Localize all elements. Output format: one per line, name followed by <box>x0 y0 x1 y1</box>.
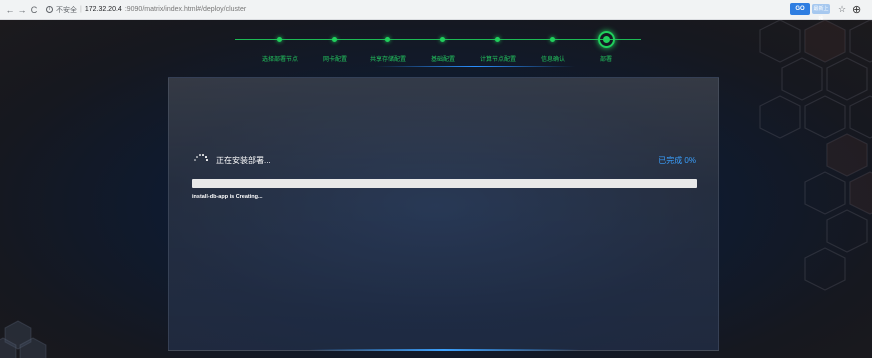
step-dot-active <box>598 31 615 48</box>
reload-icon[interactable]: C <box>28 5 40 15</box>
deploy-progress-panel: 正在安装部署... 已完成 0% install-db-app is Creat… <box>168 77 719 351</box>
extension-icon[interactable]: GO <box>790 3 810 15</box>
progress-percent: 已完成 0% <box>658 156 696 165</box>
info-icon[interactable]: i <box>46 6 53 13</box>
step-dot <box>277 37 282 42</box>
progress-bar <box>192 179 697 188</box>
step-dot <box>495 37 500 42</box>
hexagon-pattern-icon <box>759 20 872 291</box>
security-label: 不安全 <box>56 6 77 14</box>
step-label-confirm[interactable]: 信息确认 <box>541 54 565 63</box>
loading-spinner-icon <box>194 153 208 163</box>
step-label-nic[interactable]: 网卡配置 <box>323 54 347 63</box>
browser-toolbar: ← → C i 不安全 | 172.32.20.4:9090/matrix/in… <box>0 0 872 22</box>
hexagon-pattern-icon <box>0 320 47 358</box>
address-bar[interactable]: i 不安全 | 172.32.20.4:9090/matrix/index.ht… <box>46 3 246 17</box>
step-dot <box>332 37 337 42</box>
step-label-nodes[interactable]: 选择部署节点 <box>262 54 298 63</box>
back-icon[interactable]: ← <box>4 5 16 15</box>
install-status-text: 正在安装部署... <box>216 156 271 165</box>
url-host: 172.32.20.4 <box>84 6 122 13</box>
url-path: :9090/matrix/index.html#/deploy/cluster <box>124 6 247 13</box>
install-log-line: install-db-app is Creating... <box>192 194 263 200</box>
address-separator: | <box>80 6 82 13</box>
step-dot <box>550 37 555 42</box>
panel-glow <box>309 349 579 351</box>
bookmark-star-icon[interactable]: ☆ <box>838 4 846 15</box>
account-icon[interactable]: ⊕ <box>852 3 861 16</box>
stepper-glow <box>375 66 575 67</box>
step-label-compute[interactable]: 计算节点配置 <box>480 54 516 63</box>
step-dot <box>385 37 390 42</box>
deploy-stepper: 选择部署节点 网卡配置 共享存储配置 基础配置 计算节点配置 信息确认 部署 <box>235 30 650 70</box>
step-label-basic[interactable]: 基础配置 <box>431 54 455 63</box>
step-dot <box>440 37 445 42</box>
deploy-app: 选择部署节点 网卡配置 共享存储配置 基础配置 计算节点配置 信息确认 部署 正… <box>0 20 872 358</box>
extension-label[interactable]: 最新上映 <box>812 4 830 22</box>
forward-icon[interactable]: → <box>16 5 28 15</box>
stepper-track <box>235 39 641 40</box>
step-label-shared-storage[interactable]: 共享存储配置 <box>370 54 406 63</box>
step-label-deploy[interactable]: 部署 <box>600 54 612 63</box>
